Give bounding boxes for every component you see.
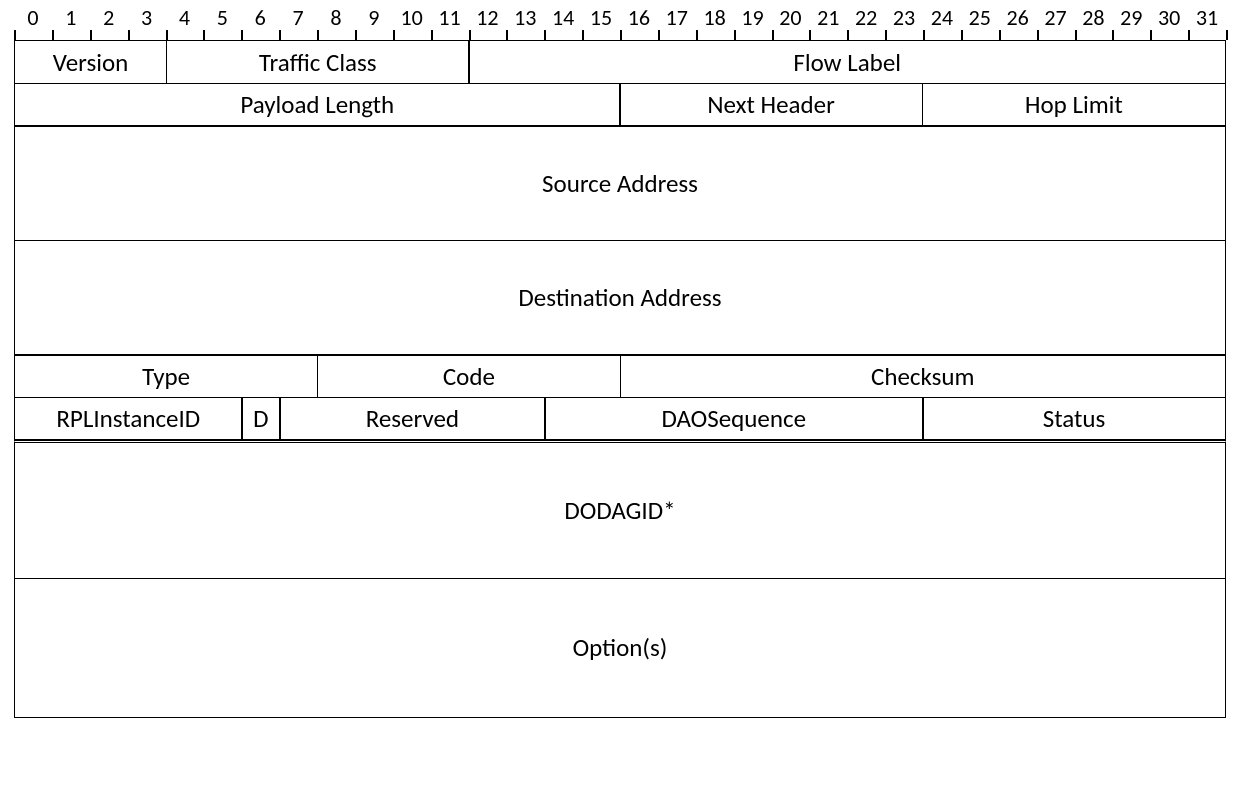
ruler-label: 10 [401, 4, 423, 31]
ruler-tick [128, 30, 130, 40]
field-cell: Source Address [14, 125, 1226, 241]
ruler-label: 6 [255, 4, 266, 31]
ruler-label: 3 [141, 4, 152, 31]
ruler-label: 26 [1007, 4, 1029, 31]
ruler-tick [658, 30, 660, 40]
ruler-label: 24 [931, 4, 953, 31]
field-cell: DAOSequence [544, 397, 924, 441]
ruler-label: 22 [855, 4, 877, 31]
field-cell: Status [922, 397, 1226, 441]
field-cell: Version [14, 40, 167, 84]
ruler-label: 14 [552, 4, 574, 31]
ruler-label: 1 [65, 4, 76, 31]
ruler-tick [847, 30, 849, 40]
ruler-tick [544, 30, 546, 40]
ruler-tick [734, 30, 736, 40]
ruler-tick [999, 30, 1001, 40]
field-cell: D [241, 397, 281, 441]
ruler-label: 16 [628, 4, 650, 31]
ruler-label: 20 [779, 4, 801, 31]
ruler-label: 25 [969, 4, 991, 31]
ruler-label: 28 [1082, 4, 1104, 31]
ruler-tick [90, 30, 92, 40]
field-cell: Hop Limit [922, 83, 1226, 127]
bit-ruler: 0123456789101112131415161718192021222324… [14, 10, 1226, 40]
field-cell: Next Header [619, 83, 923, 127]
packet-row: Payload LengthNext HeaderHop Limit [14, 84, 1226, 127]
ruler-tick [355, 30, 357, 40]
ruler-tick [506, 30, 508, 40]
ruler-tick [241, 30, 243, 40]
ruler-label: 29 [1120, 4, 1142, 31]
ruler-tick [620, 30, 622, 40]
ruler-tick [1188, 30, 1190, 40]
field-cell: Code [317, 354, 621, 398]
field-cell: Payload Length [14, 83, 621, 127]
ruler-label: 11 [438, 4, 460, 31]
packet-row: Option(s) [14, 579, 1226, 718]
ruler-tick [166, 30, 168, 40]
ruler-label: 5 [217, 4, 228, 31]
packet-rows: VersionTraffic ClassFlow LabelPayload Le… [14, 40, 1226, 718]
ruler-label: 13 [514, 4, 536, 31]
ruler-tick [582, 30, 584, 40]
ruler-tick [52, 30, 54, 40]
ruler-label: 30 [1158, 4, 1180, 31]
ruler-label: 0 [27, 4, 38, 31]
ruler-tick [431, 30, 433, 40]
field-cell: Traffic Class [166, 40, 470, 84]
ruler-tick [1150, 30, 1152, 40]
ruler-tick [203, 30, 205, 40]
ruler-label: 7 [292, 4, 303, 31]
ruler-tick [923, 30, 925, 40]
ruler-tick [1226, 30, 1228, 40]
field-cell: Checksum [620, 354, 1227, 398]
field-cell: Flow Label [468, 40, 1226, 84]
ruler-label: 31 [1196, 4, 1218, 31]
field-cell: Type [14, 354, 318, 398]
ruler-label: 2 [103, 4, 114, 31]
ruler-tick [469, 30, 471, 40]
ruler-tick [1037, 30, 1039, 40]
ruler-tick [14, 30, 16, 40]
packet-row: DODAGID* [14, 441, 1226, 580]
packet-row: RPLInstanceIDDReservedDAOSequenceStatus [14, 398, 1226, 441]
ruler-tick [1112, 30, 1114, 40]
field-cell: Destination Address [14, 240, 1226, 356]
ruler-label: 9 [368, 4, 379, 31]
ruler-tick [393, 30, 395, 40]
packet-diagram: 0123456789101112131415161718192021222324… [14, 10, 1226, 718]
packet-row: Destination Address [14, 241, 1226, 356]
ruler-label: 21 [817, 4, 839, 31]
field-cell: Option(s) [14, 578, 1226, 718]
ruler-label: 15 [590, 4, 612, 31]
field-cell: RPLInstanceID [14, 397, 243, 441]
ruler-tick [885, 30, 887, 40]
ruler-label: 27 [1044, 4, 1066, 31]
ruler-label: 12 [476, 4, 498, 31]
packet-row: VersionTraffic ClassFlow Label [14, 40, 1226, 84]
ruler-label: 17 [666, 4, 688, 31]
packet-row: Source Address [14, 127, 1226, 242]
ruler-tick [809, 30, 811, 40]
ruler-tick [1075, 30, 1077, 40]
field-cell: Reserved [279, 397, 545, 441]
ruler-label: 19 [741, 4, 763, 31]
ruler-tick [772, 30, 774, 40]
ruler-tick [317, 30, 319, 40]
ruler-tick [696, 30, 698, 40]
ruler-tick [961, 30, 963, 40]
ruler-tick [279, 30, 281, 40]
ruler-label: 18 [704, 4, 726, 31]
packet-row: TypeCodeChecksum [14, 356, 1226, 399]
ruler-label: 8 [330, 4, 341, 31]
ruler-label: 23 [893, 4, 915, 31]
ruler-label: 4 [179, 4, 190, 31]
field-cell: DODAGID* [14, 439, 1226, 579]
